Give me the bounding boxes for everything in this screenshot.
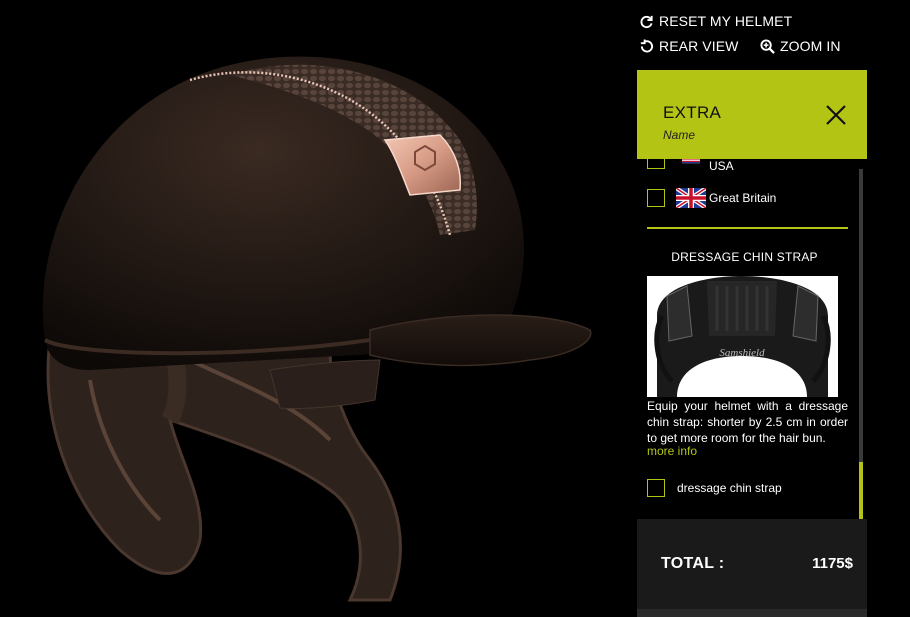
panel-subtitle: Name: [663, 128, 696, 142]
total-bar: TOTAL : 1175$: [637, 519, 867, 609]
dressage-chin-strap-option[interactable]: dressage chin strap: [647, 479, 782, 497]
zoom-in-icon: [760, 38, 775, 54]
helmet-preview-image: [42, 56, 592, 602]
great-britain-checkbox[interactable]: [647, 189, 665, 207]
close-icon[interactable]: [824, 103, 848, 127]
dressage-chin-strap-checkbox[interactable]: [647, 479, 665, 497]
zoom-in-button[interactable]: ZOOM IN: [760, 38, 841, 54]
helmet-configurator: RESET MY HELMET REAR VIEW ZOOM IN EXTRA …: [0, 0, 910, 617]
total-price: 1175$: [812, 555, 853, 572]
usa-checkbox[interactable]: [647, 159, 665, 169]
rotate-icon: [640, 38, 654, 52]
panel-scrollbar-thumb[interactable]: [859, 462, 863, 519]
reset-helmet-label: RESET MY HELMET: [659, 13, 793, 29]
usa-flag-icon: [682, 159, 700, 164]
refresh-icon: [640, 15, 653, 28]
brand-logo-text: Samshield: [719, 347, 765, 359]
total-label: TOTAL :: [661, 555, 725, 572]
great-britain-label: Great Britain: [709, 191, 777, 205]
country-option-great-britain[interactable]: Great Britain: [647, 188, 776, 208]
great-britain-flag-icon: [676, 188, 706, 208]
usa-label: USA: [709, 159, 734, 173]
helmet-rear-photo: Samshield: [647, 276, 838, 397]
panel-title: EXTRA: [663, 103, 722, 122]
rear-view-label: REAR VIEW: [659, 38, 739, 54]
dressage-chin-strap-description: Equip your helmet with a dressage chin s…: [647, 399, 848, 445]
extra-panel-header: EXTRA Name: [637, 70, 867, 159]
dressage-chin-strap-image: Samshield: [647, 276, 838, 397]
extra-options-list: USA Great Britain DRESSAGE CHIN STRAP Sa…: [637, 159, 867, 519]
zoom-in-label: ZOOM IN: [780, 38, 841, 54]
panel-footer-strip: [637, 609, 867, 617]
rear-view-button[interactable]: REAR VIEW: [639, 38, 738, 54]
section-divider: [647, 227, 848, 229]
dressage-chin-strap-option-label: dressage chin strap: [677, 481, 782, 495]
more-info-link[interactable]: more info: [647, 444, 697, 458]
dressage-chin-strap-title: DRESSAGE CHIN STRAP: [671, 250, 818, 264]
reset-helmet-button[interactable]: RESET MY HELMET: [639, 13, 792, 29]
country-option-usa[interactable]: USA: [647, 159, 734, 173]
